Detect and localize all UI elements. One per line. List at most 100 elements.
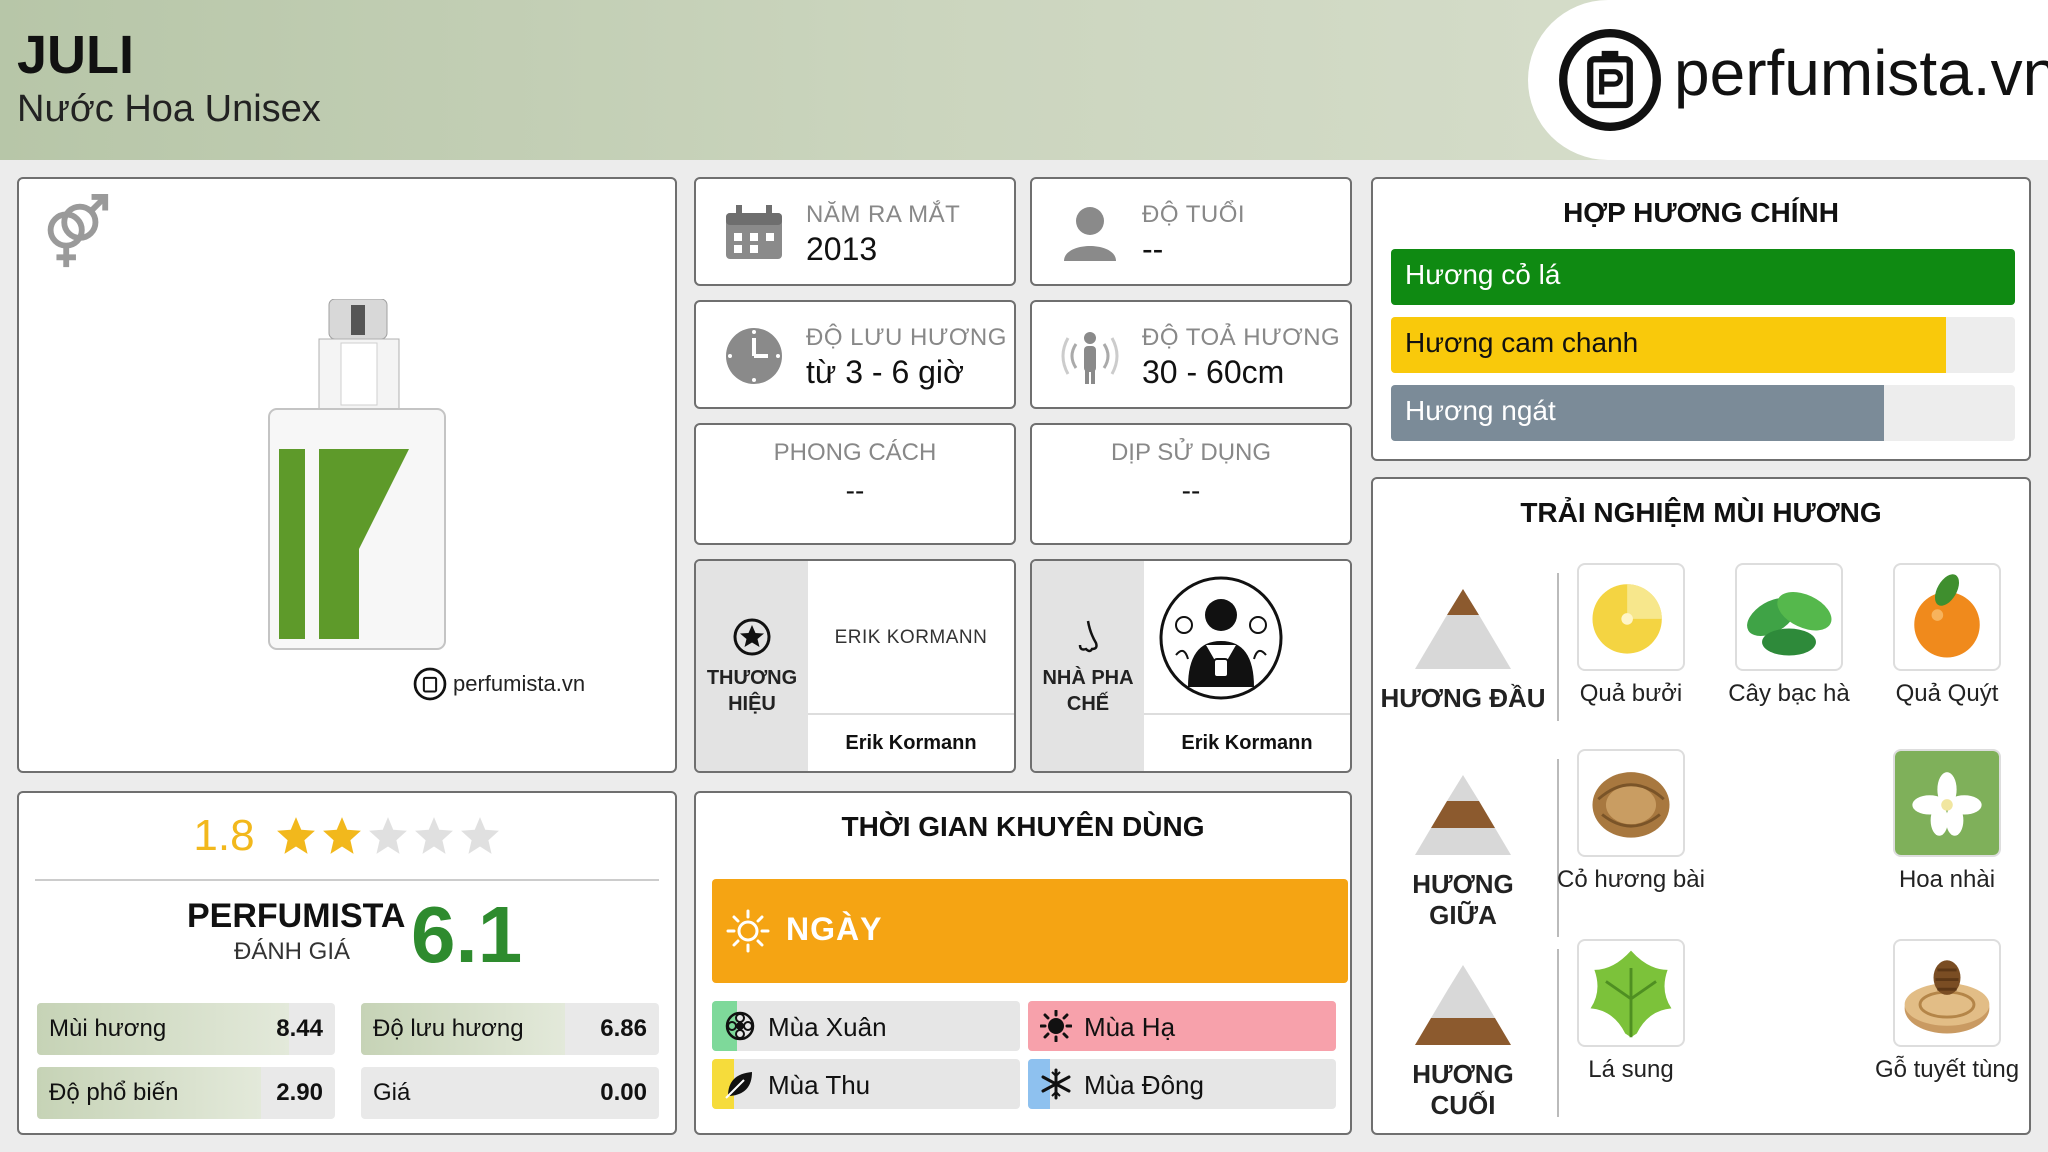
note-image[interactable] (1577, 939, 1685, 1047)
metric-bar: Độ lưu hương 6.86 (361, 1003, 659, 1055)
season-bar: Mùa Xuân (712, 1001, 1020, 1051)
metric-value: 2.90 (276, 1079, 323, 1106)
star-badge-icon (733, 618, 771, 656)
perfumer-label: NHÀ PHA CHẾ (1042, 667, 1134, 715)
accord-label: Hương cam chanh (1405, 327, 1639, 358)
perfumer-name: Erik Kormann (1181, 732, 1313, 754)
note-label: Lá sung (1588, 1056, 1674, 1083)
brand-logo[interactable]: perfumista.vn (1528, 0, 2048, 160)
style-card: PHONG CÁCH -- (694, 423, 1016, 545)
watermark-text: perfumista.vn (453, 671, 586, 696)
accord-bar: Hương cỏ lá (1391, 249, 2015, 305)
perfumista-score: 6.1 (411, 890, 523, 979)
experience-title: TRẢI NGHIỆM MÙI HƯƠNG (1520, 497, 1882, 528)
product-subtitle: Nước Hoa Unisex (17, 88, 321, 130)
season-bar: Mùa Thu (712, 1059, 1020, 1109)
note-label: Gỗ tuyết tùng (1874, 1056, 2020, 1083)
brand-logo-area: ERIK KORMANN (808, 561, 1014, 715)
note-image[interactable] (1893, 939, 2001, 1047)
occasion-card: DỊP SỬ DỤNG -- (1030, 423, 1352, 545)
perfumer-portrait-icon (1159, 576, 1283, 700)
rating-score: 1.8 (193, 811, 255, 860)
star-empty-icon (460, 817, 499, 854)
season-label: Mùa Xuân (768, 1012, 887, 1042)
star-empty-icon (368, 817, 407, 854)
metric-value: 6.86 (600, 1015, 647, 1042)
metric-bar: Mùi hương 8.44 (37, 1003, 335, 1055)
calendar-icon (726, 205, 782, 259)
metric-bar: Độ phổ biến 2.90 (37, 1067, 335, 1119)
person-icon (1064, 207, 1116, 261)
sillage-value: 30 - 60cm (1142, 354, 1285, 390)
perfumista-label: PERFUMISTA (187, 897, 406, 935)
nose-icon (1078, 620, 1098, 653)
time-title: THỜI GIAN KHUYÊN DÙNG (841, 811, 1205, 842)
note-label: Quả bưởi (1579, 680, 1683, 707)
product-image-card: perfumista.vn (17, 177, 677, 773)
longevity-value: từ 3 - 6 giờ (806, 354, 965, 390)
rating-divider (35, 879, 659, 881)
brand-label-panel: THƯƠNG HIỆU (696, 561, 808, 771)
metric-label: Giá (373, 1079, 411, 1106)
pyramid-icon (1415, 589, 1511, 669)
longevity-label: ĐỘ LƯU HƯƠNG (806, 324, 1007, 351)
brand-info: ERIK KORMANN Erik Kormann (808, 561, 1014, 771)
perfumista-small-icon (413, 667, 447, 701)
note-image[interactable] (1577, 749, 1685, 857)
accord-label: Hương cỏ lá (1405, 259, 1561, 290)
star-filled-icon (276, 817, 315, 854)
note-image[interactable] (1893, 749, 2001, 857)
occasion-value: -- (1181, 475, 1201, 506)
year-card: NĂM RA MẮT 2013 (694, 177, 1016, 286)
accords-title: HỢP HƯƠNG CHÍNH (1563, 197, 1839, 228)
autumn-icon (725, 1072, 752, 1099)
sillage-card: ĐỘ TOẢ HƯƠNG 30 - 60cm (1030, 300, 1352, 409)
perfumista-rating-label: PERFUMISTA ĐÁNH GIÁ (187, 897, 406, 966)
sillage-icon (1061, 332, 1119, 384)
summer-icon (1040, 1010, 1072, 1042)
day-bar: NGÀY (712, 879, 1348, 983)
time-card: THỜI GIAN KHUYÊN DÙNG NGÀY Mùa Xuân Mùa H… (694, 791, 1352, 1135)
unisex-icon (47, 193, 109, 268)
stage-label: HƯƠNG GIỮA (1412, 869, 1514, 930)
perfumer-label-panel: NHÀ PHA CHẾ (1032, 561, 1144, 771)
year-value: 2013 (806, 231, 878, 267)
accord-bar: Hương ngát (1391, 385, 2015, 441)
note-image[interactable] (1735, 563, 1843, 671)
pyramid-icon (1415, 775, 1511, 855)
clock-icon (726, 328, 782, 384)
perfumer-portrait-area (1144, 561, 1350, 715)
metric-value: 0.00 (600, 1079, 647, 1106)
season-bar: Mùa Đông (1028, 1059, 1336, 1109)
brand-name: Erik Kormann (845, 732, 977, 754)
logo-text: perfumista.vn (1674, 37, 2048, 109)
user-rating: 1.8 (19, 811, 675, 861)
header: JULI Nước Hoa Unisex perfumista.vn (0, 0, 2048, 160)
note-image[interactable] (1893, 563, 2001, 671)
metric-label: Mùi hương (49, 1015, 167, 1042)
occasion-label: DỊP SỬ DỤNG (1110, 439, 1272, 466)
age-label: ĐỘ TUỔI (1142, 201, 1246, 228)
rating-card: 1.8 PERFUMISTA ĐÁNH GIÁ 6.1 Mùi hương 8.4… (17, 791, 677, 1135)
note-label: Cỏ hương bài (1557, 866, 1705, 893)
note-label: Hoa nhài (1898, 866, 1996, 893)
season-label: Mùa Đông (1084, 1070, 1204, 1100)
season-label: Mùa Thu (768, 1070, 871, 1100)
sillage-label: ĐỘ TOẢ HƯƠNG (1142, 324, 1341, 351)
stage-label: HƯƠNG CUỐI (1412, 1059, 1514, 1120)
note-image[interactable] (1577, 563, 1685, 671)
note-label: Quả Quýt (1895, 680, 1999, 707)
brand-card[interactable]: THƯƠNG HIỆU ERIK KORMANN Erik Kormann (694, 559, 1016, 773)
day-label: NGÀY (786, 911, 883, 947)
season-bar: Mùa Hạ (1028, 1001, 1336, 1051)
accord-bar: Hương cam chanh (1391, 317, 2015, 373)
style-label: PHONG CÁCH (773, 439, 937, 466)
rating-label: ĐÁNH GIÁ (233, 938, 350, 965)
stage-divider (1557, 759, 1559, 937)
age-value: -- (1142, 231, 1164, 267)
stage-divider (1557, 949, 1559, 1117)
metric-label: Độ lưu hương (373, 1015, 524, 1042)
perfumer-card[interactable]: NHÀ PHA CHẾ Erik Kormann (1030, 559, 1352, 773)
perfumer-info: Erik Kormann (1144, 561, 1350, 771)
image-watermark: perfumista.vn (413, 667, 585, 701)
